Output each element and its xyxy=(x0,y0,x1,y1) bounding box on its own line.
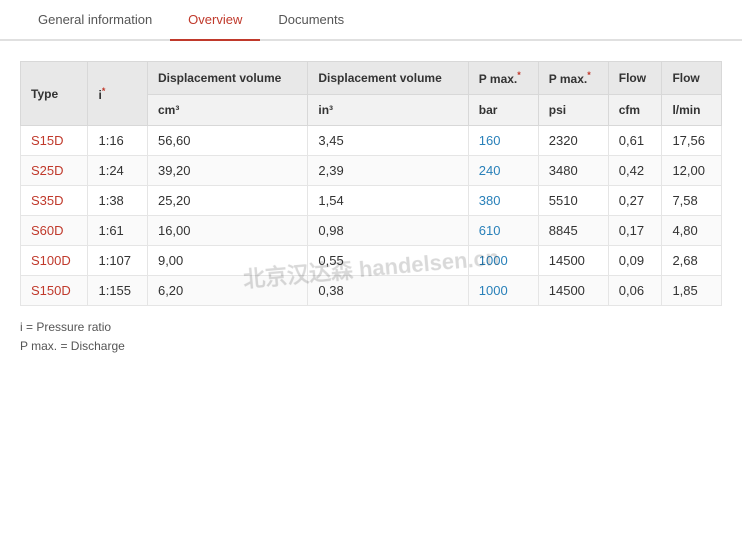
cell-flow-lmin: 17,56 xyxy=(662,126,722,156)
cell-pmax-psi: 8845 xyxy=(538,216,608,246)
table-row: S15D1:1656,603,4516023200,6117,56 xyxy=(21,126,722,156)
cell-disp-cm3: 16,00 xyxy=(147,216,307,246)
col-i: i* xyxy=(88,62,147,126)
cell-i: 1:38 xyxy=(88,186,147,216)
main-content: Type i* Displacement volume Displacement… xyxy=(0,61,742,376)
cell-disp-in3: 2,39 xyxy=(308,156,468,186)
cell-flow-cfm: 0,42 xyxy=(608,156,662,186)
cell-flow-cfm: 0,17 xyxy=(608,216,662,246)
cell-pmax-bar: 610 xyxy=(468,216,538,246)
cell-flow-cfm: 0,27 xyxy=(608,186,662,216)
col-pmax-psi-header: P max.* xyxy=(538,62,608,95)
col-disp-cm3-unit: cm³ xyxy=(147,95,307,126)
cell-type[interactable]: S35D xyxy=(21,186,88,216)
cell-pmax-psi: 3480 xyxy=(538,156,608,186)
cell-flow-lmin: 4,80 xyxy=(662,216,722,246)
cell-disp-in3: 0,38 xyxy=(308,276,468,306)
cell-type[interactable]: S25D xyxy=(21,156,88,186)
col-flow-cfm-unit: cfm xyxy=(608,95,662,126)
cell-flow-cfm: 0,61 xyxy=(608,126,662,156)
table-header-row1: Type i* Displacement volume Displacement… xyxy=(21,62,722,95)
table-row: S100D1:1079,000,551000145000,092,68 xyxy=(21,246,722,276)
cell-type[interactable]: S60D xyxy=(21,216,88,246)
cell-pmax-bar: 240 xyxy=(468,156,538,186)
col-pmax-bar-header: P max.* xyxy=(468,62,538,95)
tab-documents[interactable]: Documents xyxy=(260,0,362,41)
cell-pmax-bar: 1000 xyxy=(468,246,538,276)
cell-pmax-bar: 380 xyxy=(468,186,538,216)
cell-pmax-psi: 14500 xyxy=(538,246,608,276)
tab-general-information[interactable]: General information xyxy=(20,0,170,41)
cell-i: 1:155 xyxy=(88,276,147,306)
col-flow-lmin-unit: l/min xyxy=(662,95,722,126)
cell-pmax-psi: 14500 xyxy=(538,276,608,306)
cell-i: 1:107 xyxy=(88,246,147,276)
footnotes: i = Pressure ratio P max. = Discharge xyxy=(20,318,722,356)
cell-disp-cm3: 39,20 xyxy=(147,156,307,186)
cell-disp-cm3: 9,00 xyxy=(147,246,307,276)
cell-flow-cfm: 0,06 xyxy=(608,276,662,306)
cell-i: 1:24 xyxy=(88,156,147,186)
col-disp-cm3-header: Displacement volume xyxy=(147,62,307,95)
cell-type[interactable]: S150D xyxy=(21,276,88,306)
footnote-2: P max. = Discharge xyxy=(20,337,722,356)
col-pmax-psi-unit: psi xyxy=(538,95,608,126)
cell-i: 1:61 xyxy=(88,216,147,246)
cell-pmax-psi: 5510 xyxy=(538,186,608,216)
cell-pmax-bar: 1000 xyxy=(468,276,538,306)
cell-disp-in3: 0,98 xyxy=(308,216,468,246)
cell-disp-in3: 1,54 xyxy=(308,186,468,216)
table-row: S25D1:2439,202,3924034800,4212,00 xyxy=(21,156,722,186)
table-row: S60D1:6116,000,9861088450,174,80 xyxy=(21,216,722,246)
cell-flow-lmin: 7,58 xyxy=(662,186,722,216)
cell-disp-cm3: 25,20 xyxy=(147,186,307,216)
cell-i: 1:16 xyxy=(88,126,147,156)
cell-flow-cfm: 0,09 xyxy=(608,246,662,276)
col-flow-cfm-header: Flow xyxy=(608,62,662,95)
cell-flow-lmin: 1,85 xyxy=(662,276,722,306)
cell-type[interactable]: S15D xyxy=(21,126,88,156)
col-pmax-bar-unit: bar xyxy=(468,95,538,126)
table-body: S15D1:1656,603,4516023200,6117,56S25D1:2… xyxy=(21,126,722,306)
cell-pmax-bar: 160 xyxy=(468,126,538,156)
tab-overview[interactable]: Overview xyxy=(170,0,260,41)
cell-disp-cm3: 6,20 xyxy=(147,276,307,306)
col-disp-in3-header: Displacement volume xyxy=(308,62,468,95)
cell-pmax-psi: 2320 xyxy=(538,126,608,156)
cell-disp-in3: 3,45 xyxy=(308,126,468,156)
cell-disp-in3: 0,55 xyxy=(308,246,468,276)
table-row: S150D1:1556,200,381000145000,061,85 xyxy=(21,276,722,306)
col-type: Type xyxy=(21,62,88,126)
cell-type[interactable]: S100D xyxy=(21,246,88,276)
table-row: S35D1:3825,201,5438055100,277,58 xyxy=(21,186,722,216)
col-disp-in3-unit: in³ xyxy=(308,95,468,126)
cell-flow-lmin: 2,68 xyxy=(662,246,722,276)
footnote-1: i = Pressure ratio xyxy=(20,318,722,337)
cell-flow-lmin: 12,00 xyxy=(662,156,722,186)
data-table: Type i* Displacement volume Displacement… xyxy=(20,61,722,306)
cell-disp-cm3: 56,60 xyxy=(147,126,307,156)
col-flow-lmin-header: Flow xyxy=(662,62,722,95)
tabs-bar: General information Overview Documents xyxy=(0,0,742,41)
